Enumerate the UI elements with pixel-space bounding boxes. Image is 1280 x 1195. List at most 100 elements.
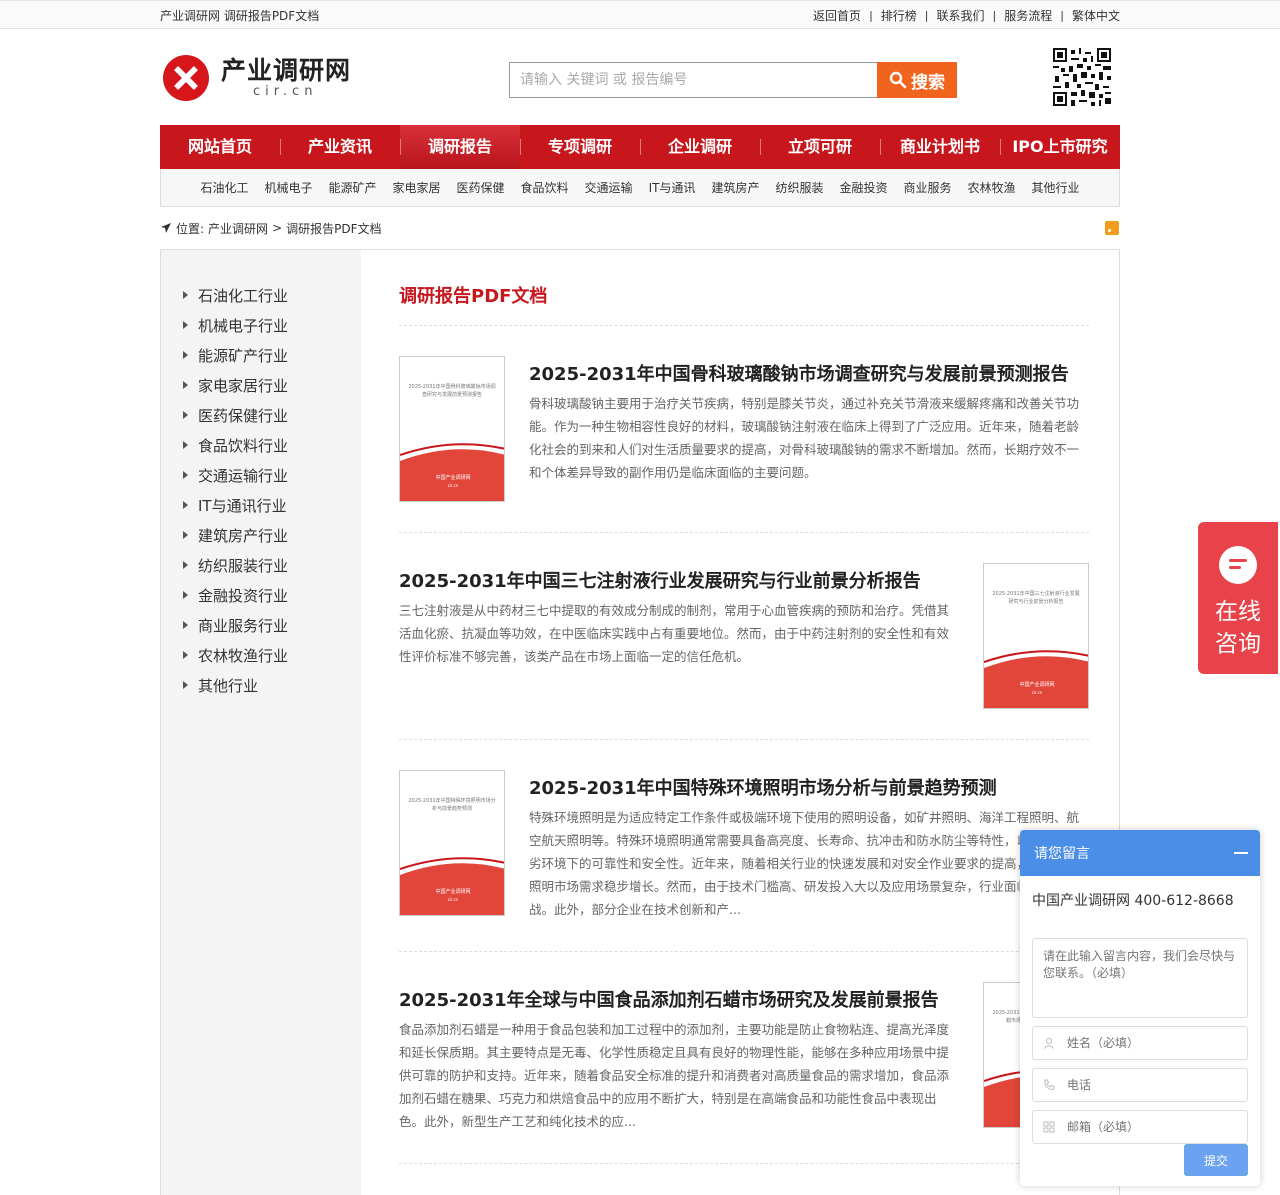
subnav-item[interactable]: 商业服务	[895, 179, 959, 196]
sidebar-item[interactable]: 石油化工行业	[161, 280, 361, 310]
name-input[interactable]	[1067, 1036, 1227, 1050]
subnav-item[interactable]: 纺织服装	[767, 179, 831, 196]
company-contact: 中国产业调研网 400-612-8668	[1032, 893, 1234, 909]
triangle-right-icon	[183, 441, 188, 449]
subnav-item[interactable]: 建筑房产	[703, 179, 767, 196]
header: 产业调研网 cir.cn 搜索	[160, 29, 1120, 125]
sidebar-item[interactable]: 商业服务行业	[161, 610, 361, 640]
sidebar-item[interactable]: 建筑房产行业	[161, 520, 361, 550]
nav-enterprise-research[interactable]: 企业调研	[640, 125, 760, 169]
subnav-item[interactable]: 能源矿产	[320, 179, 384, 196]
logo-name: 产业调研网	[221, 56, 352, 85]
name-field[interactable]	[1032, 1026, 1248, 1060]
rss-icon[interactable]	[1105, 221, 1119, 235]
sidebar-item[interactable]: 交通运输行业	[161, 460, 361, 490]
report-cover[interactable]: 2025-2031年中国三七注射液行业发展研究与行业前景分析报告 中国产业调研网…	[983, 563, 1089, 709]
search-input[interactable]	[509, 62, 877, 98]
cover-footer: 中国产业调研网	[435, 474, 470, 481]
subnav-item[interactable]: 交通运输	[577, 179, 641, 196]
breadcrumb: 位置: 产业调研网 > 调研报告PDF文档	[160, 207, 1120, 249]
top-link-ranking[interactable]: 排行榜	[873, 7, 925, 24]
submit-button[interactable]: 提交	[1184, 1144, 1248, 1176]
nav-home[interactable]: 网站首页	[160, 125, 280, 169]
email-field[interactable]	[1032, 1110, 1248, 1144]
subnav-item[interactable]: 机械电子	[256, 179, 320, 196]
sidebar-item-label: 建筑房产行业	[198, 526, 289, 545]
sidebar-item[interactable]: 医药保健行业	[161, 400, 361, 430]
report-title[interactable]: 2025-2031年中国骨科玻璃酸钠市场调查研究与发展前景预测报告	[529, 360, 1089, 386]
subnav-item[interactable]: 石油化工	[192, 179, 256, 196]
top-bar: 产业调研网 调研报告PDF文档 返回首页 | 排行榜 | 联系我们 | 服务流程 | 繁…	[0, 0, 1280, 29]
triangle-right-icon	[183, 381, 188, 389]
triangle-right-icon	[183, 651, 188, 659]
sidebar-item[interactable]: IT与通讯行业	[161, 490, 361, 520]
breadcrumb-home[interactable]: 产业调研网	[208, 220, 268, 237]
triangle-right-icon	[183, 321, 188, 329]
report-description: 骨科玻璃酸钠主要用于治疗关节疾病，特别是膝关节炎，通过补充关节滑液来缓解疼痛和改…	[529, 396, 1080, 480]
subnav-item[interactable]: 食品饮料	[513, 179, 577, 196]
top-links: 返回首页 | 排行榜 | 联系我们 | 服务流程 | 繁体中文	[805, 7, 1120, 24]
breadcrumb-current: 调研报告PDF文档	[286, 221, 382, 236]
triangle-right-icon	[183, 351, 188, 359]
message-textarea[interactable]	[1032, 938, 1248, 1018]
location-arrow-icon	[161, 223, 171, 233]
sidebar-item[interactable]: 食品饮料行业	[161, 430, 361, 460]
sidebar-item[interactable]: 其他行业	[161, 670, 361, 700]
minimize-icon[interactable]	[1234, 852, 1248, 854]
sidebar-item[interactable]: 农林牧渔行业	[161, 640, 361, 670]
subnav-item[interactable]: 其他行业	[1024, 179, 1088, 196]
nav-reports[interactable]: 调研报告	[400, 125, 520, 169]
report-item: 2025-2031年中国骨科玻璃酸钠市场调查研究与发展前景预测报告 中国产业调研…	[399, 326, 1089, 533]
nav-ipo[interactable]: IPO上市研究	[1000, 125, 1120, 169]
sidebar-item[interactable]: 金融投资行业	[161, 580, 361, 610]
logo-mark-icon	[163, 55, 209, 101]
nav-news[interactable]: 产业资讯	[280, 125, 400, 169]
report-title[interactable]: 2025-2031年中国特殊环境照明市场分析与前景趋势预测	[529, 774, 1089, 800]
report-item: 2025-2031年中国特殊环境照明市场分析与前景趋势预测 中国产业调研网 cir…	[399, 740, 1089, 952]
report-title[interactable]: 2025-2031年全球与中国食品添加剂石蜡市场研究及发展前景报告	[399, 986, 959, 1012]
chat-bubble-icon	[1219, 546, 1257, 584]
search-button[interactable]: 搜索	[877, 62, 957, 98]
nav-business-plan[interactable]: 商业计划书	[880, 125, 1000, 169]
nav-special-research[interactable]: 专项调研	[520, 125, 640, 169]
triangle-right-icon	[183, 531, 188, 539]
online-consult-button[interactable]: 在线 咨询	[1198, 522, 1278, 674]
cover-title: 2025-2031年中国特殊环境照明市场分析与前景趋势预测	[408, 798, 496, 812]
nav-feasibility[interactable]: 立项可研	[760, 125, 880, 169]
sidebar-item[interactable]: 家电家居行业	[161, 370, 361, 400]
phone-input[interactable]	[1067, 1078, 1227, 1092]
subnav-item[interactable]: IT与通讯	[641, 179, 704, 196]
subnav-item[interactable]: 医药保健	[449, 179, 513, 196]
top-link-contact[interactable]: 联系我们	[929, 7, 993, 24]
search-icon	[889, 71, 907, 89]
triangle-right-icon	[183, 471, 188, 479]
cover-title: 2025-2031年中国骨科玻璃酸钠市场调查研究与发展前景预测报告	[408, 384, 496, 398]
industry-subnav: 石油化工 机械电子 能源矿产 家电家居 医药保健 食品饮料 交通运输 IT与通讯…	[160, 169, 1120, 207]
sidebar-item[interactable]: 纺织服装行业	[161, 550, 361, 580]
top-link-home[interactable]: 返回首页	[805, 7, 869, 24]
report-list: 调研报告PDF文档 2025-2031年中国骨科玻璃酸钠市场调查研究与发展前景预…	[361, 250, 1119, 1195]
sidebar-item-label: 农林牧渔行业	[198, 646, 289, 665]
top-link-traditional[interactable]: 繁体中文	[1064, 7, 1120, 24]
sidebar-item[interactable]: 能源矿产行业	[161, 340, 361, 370]
sidebar: 石油化工行业 机械电子行业 能源矿产行业 家电家居行业 医药保健行业 食品饮料行…	[161, 250, 361, 1195]
report-item: 2025-2031年中国三七注射液行业发展研究与行业前景分析报告 三七注射液是从…	[399, 533, 1089, 740]
phone-field[interactable]	[1032, 1068, 1248, 1102]
logo-domain: cir.cn	[253, 84, 318, 99]
sidebar-item[interactable]: 机械电子行业	[161, 310, 361, 340]
subnav-item[interactable]: 农林牧渔	[960, 179, 1024, 196]
user-icon	[1043, 1037, 1055, 1049]
subnav-item[interactable]: 家电家居	[385, 179, 449, 196]
email-input[interactable]	[1067, 1120, 1227, 1134]
top-link-process[interactable]: 服务流程	[996, 7, 1060, 24]
logo[interactable]: 产业调研网 cir.cn	[163, 55, 351, 101]
report-cover[interactable]: 2025-2031年中国特殊环境照明市场分析与前景趋势预测 中国产业调研网 cir…	[399, 770, 505, 916]
triangle-right-icon	[183, 621, 188, 629]
cover-footer: 中国产业调研网	[1019, 681, 1054, 688]
report-title[interactable]: 2025-2031年中国三七注射液行业发展研究与行业前景分析报告	[399, 567, 959, 593]
report-item: 2025-2031年全球与中国食品添加剂石蜡市场研究及发展前景报告 食品添加剂石…	[399, 952, 1089, 1164]
report-cover[interactable]: 2025-2031年中国骨科玻璃酸钠市场调查研究与发展前景预测报告 中国产业调研…	[399, 356, 505, 502]
triangle-right-icon	[183, 681, 188, 689]
subnav-item[interactable]: 金融投资	[831, 179, 895, 196]
cover-url: cir.cn	[448, 897, 459, 902]
